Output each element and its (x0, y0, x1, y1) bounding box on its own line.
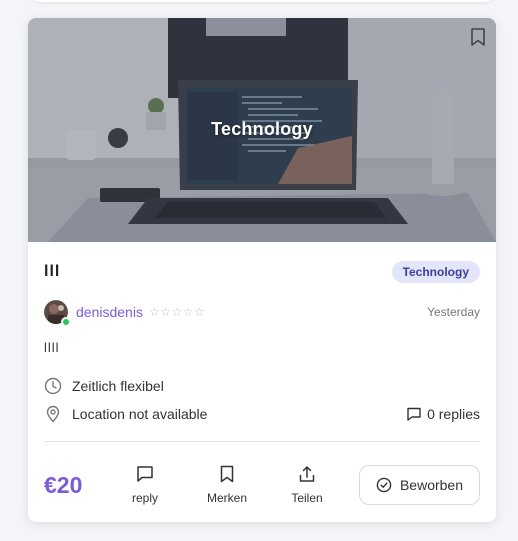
bookmark-icon[interactable] (469, 27, 487, 47)
job-description: llll (44, 340, 60, 355)
username-link[interactable]: denisdenis (76, 304, 143, 320)
online-status-dot (61, 317, 71, 327)
category-badge: Technology (391, 261, 480, 283)
job-card[interactable]: Technology lll Technology denisdenis ☆☆☆… (28, 18, 496, 522)
replies-count[interactable]: 0 replies (406, 406, 480, 422)
save-label: Merken (206, 491, 247, 505)
reply-button[interactable]: reply (122, 465, 168, 505)
comment-icon (137, 466, 153, 482)
share-button[interactable]: Teilen (285, 465, 329, 505)
share-label: Teilen (291, 491, 323, 505)
rating-stars: ☆☆☆☆☆ (148, 305, 206, 319)
apply-label: Beworben (399, 477, 463, 493)
comment-icon (407, 407, 421, 421)
job-title: lll (44, 263, 61, 280)
location-info: Location not available (44, 405, 207, 423)
save-button[interactable]: Merken (199, 465, 255, 505)
user-info[interactable]: denisdenis ☆☆☆☆☆ (44, 300, 206, 327)
image-caption: Technology (211, 119, 313, 139)
replies-text: 0 replies (427, 406, 480, 422)
reply-label: reply (131, 491, 158, 505)
clock-icon (44, 377, 62, 395)
previous-card-edge (28, 0, 496, 2)
price: €20 (44, 471, 83, 498)
share-icon (299, 466, 315, 482)
location-text: Location not available (72, 406, 208, 422)
avatar[interactable] (44, 300, 71, 327)
location-pin-icon (46, 405, 60, 423)
card-image[interactable]: Technology (28, 18, 496, 242)
schedule-text: Zeitlich flexibel (72, 378, 164, 394)
apply-button[interactable]: Beworben (358, 465, 480, 505)
bookmark-icon (220, 465, 234, 483)
posted-time: Yesterday (427, 305, 480, 319)
schedule-info: Zeitlich flexibel (44, 377, 164, 395)
check-circle-icon (376, 477, 392, 493)
